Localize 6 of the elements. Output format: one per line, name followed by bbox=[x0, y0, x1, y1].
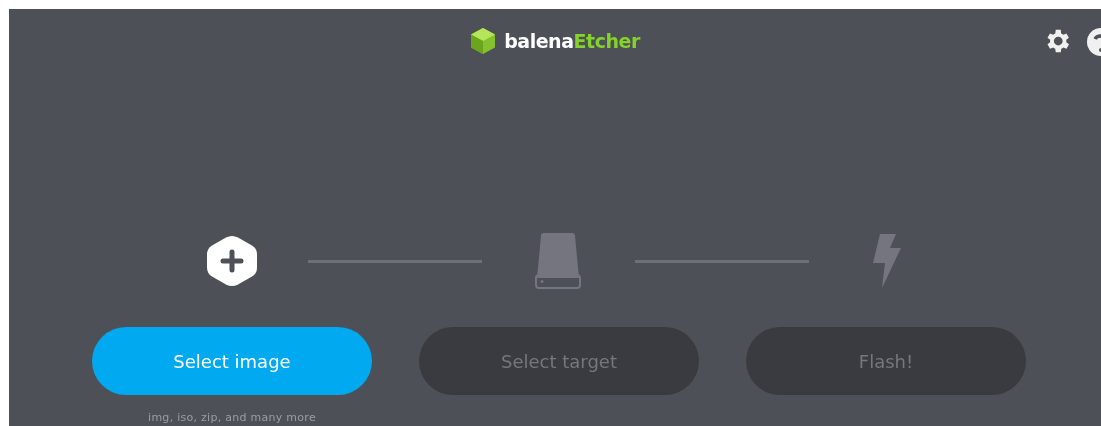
cube-logo-icon bbox=[470, 27, 497, 55]
logo-text: Etcher bbox=[573, 28, 640, 54]
step-button[interactable]: Select image bbox=[92, 327, 372, 395]
help-icon[interactable] bbox=[1085, 27, 1101, 57]
logo-text: balena bbox=[504, 28, 574, 54]
file-types-hint: img, iso, zip, and many more bbox=[147, 410, 317, 426]
